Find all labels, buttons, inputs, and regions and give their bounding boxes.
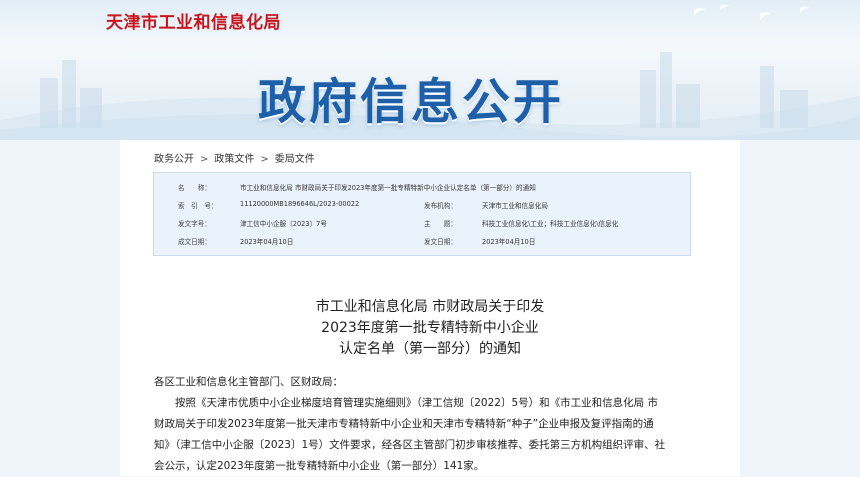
- breadcrumb-item-gov-affairs[interactable]: 政务公开: [154, 154, 194, 165]
- document-metadata-box: 名 称： 市工业和信息化局 市财政局关于印发2023年度第一批专精特新中小企业认…: [153, 172, 691, 256]
- meta-topic-value: 科技工业信息化\工业；科技工业信息化\信息化: [482, 220, 619, 228]
- breadcrumb-separator: >: [260, 154, 269, 165]
- meta-docno-label: 发文字号：: [178, 220, 211, 228]
- meta-topic-label: 主 题：: [424, 220, 457, 228]
- body-line-3: 知》（津工信中小企服〔2023〕1号）文件要求，经各区主管部门初步审核推荐、委托…: [154, 439, 666, 451]
- document-title-line-1: 市工业和信息化局 市财政局关于印发: [315, 299, 545, 315]
- body-line-1: 按照《天津市优质中小企业梯度培育管理实施细则》（津工信规〔2022〕5号）和《市…: [175, 397, 658, 409]
- meta-issuer-value: 天津市工业和信息化局: [482, 202, 548, 210]
- meta-published-value: 2023年04月10日: [482, 238, 536, 246]
- document-title-line-2: 2023年度第一批专精特新中小企业: [321, 320, 539, 336]
- header-banner: 天津市工业和信息化局 政府信息公开: [0, 0, 860, 140]
- breadcrumb-item-policy-docs[interactable]: 政策文件: [214, 154, 254, 165]
- breadcrumb-item-bureau-docs[interactable]: 委局文件: [275, 154, 315, 165]
- meta-index-label: 索 引 号：: [178, 202, 218, 210]
- meta-docno-value: 津工信中小企服〔2023〕7号: [240, 220, 327, 228]
- meta-issuer-label: 发布机构：: [424, 202, 457, 210]
- breadcrumb: 政务公开 > 政策文件 > 委局文件: [154, 150, 315, 165]
- salutation: 各区工业和信息化主管部门、区财政局：: [154, 376, 343, 388]
- meta-created-label: 成文日期：: [178, 238, 211, 246]
- document-body: 各区工业和信息化主管部门、区财政局： 按照《天津市优质中小企业梯度培育管理实施细…: [154, 372, 692, 477]
- body-line-4: 会公示，认定2023年度第一批专精特新中小企业（第一部分）141家。: [154, 460, 485, 472]
- meta-published-label: 发文日期：: [424, 238, 457, 246]
- site-logo-text[interactable]: 天津市工业和信息化局: [106, 8, 281, 33]
- meta-name-label: 名 称：: [178, 184, 211, 192]
- meta-index-value: 11120000MB1896646L/2023-00022: [240, 200, 360, 208]
- meta-created-value: 2023年04月10日: [240, 238, 294, 246]
- meta-name-value: 市工业和信息化局 市财政局关于印发2023年度第一批专精特新中小企业认定名单（第…: [240, 184, 536, 192]
- banner-title: 政府信息公开: [258, 74, 565, 130]
- breadcrumb-separator: >: [200, 154, 209, 165]
- document-title: 市工业和信息化局 市财政局关于印发 2023年度第一批专精特新中小企业 认定名单…: [120, 297, 740, 360]
- body-line-2: 财政局关于印发2023年度第一批天津市专精特新中小企业和天津市专精特新“种子”企…: [154, 418, 654, 430]
- document-title-line-3: 认定名单（第一部分）的通知: [339, 341, 521, 357]
